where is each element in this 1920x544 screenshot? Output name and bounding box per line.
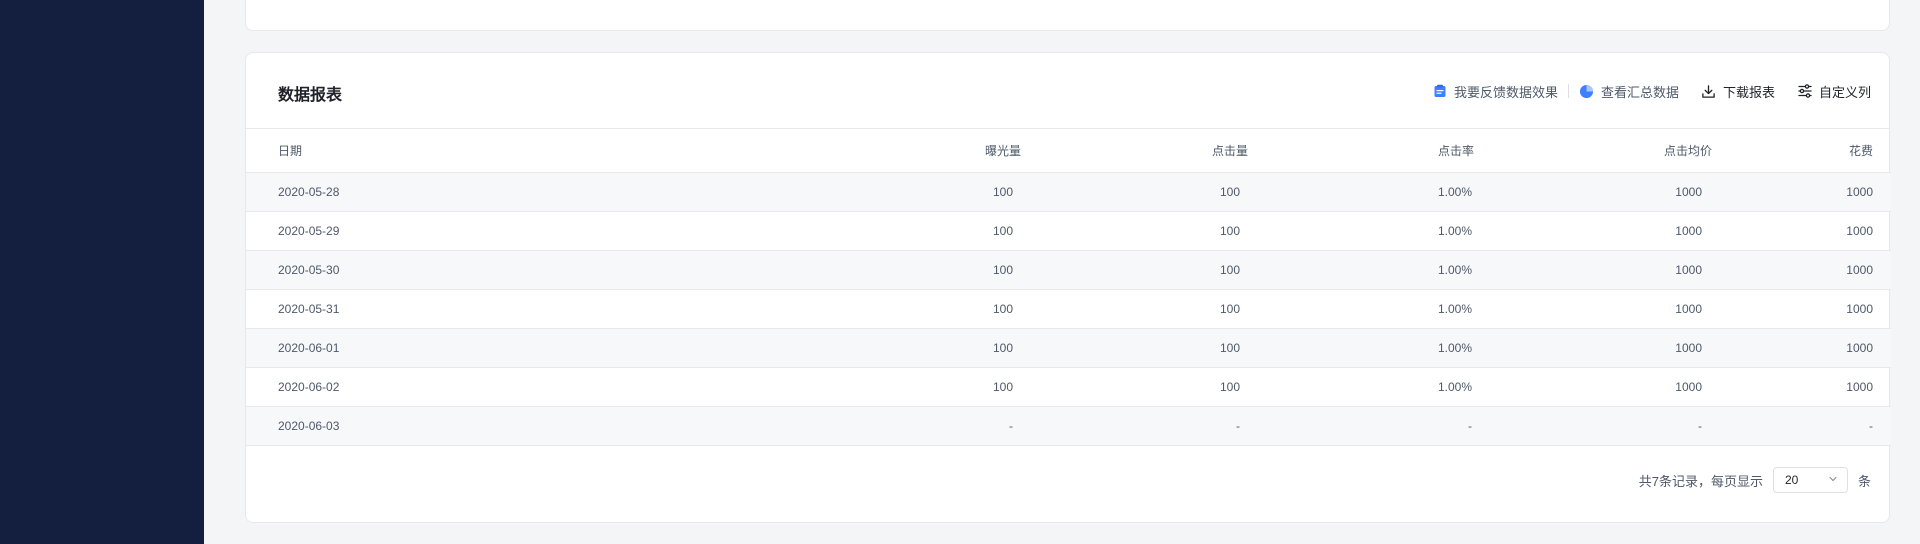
cell-clicks: 100: [1021, 210, 1248, 250]
cell-cpc: 1000: [1474, 171, 1712, 211]
cell-date: 2020-06-02: [246, 366, 831, 406]
report-actions: 我要反馈数据效果 查看汇总数据 下载报表 自定义列: [1432, 81, 1871, 101]
cell-date: 2020-05-29: [246, 210, 831, 250]
cell-clicks: 100: [1021, 249, 1248, 289]
cell-cost: 1000: [1712, 171, 1891, 211]
cell-cost: 1000: [1712, 210, 1891, 250]
pie-chart-icon: [1579, 83, 1595, 99]
cell-ctr: 1.00%: [1248, 327, 1474, 367]
cell-cpc: 1000: [1474, 249, 1712, 289]
download-button[interactable]: 下载报表: [1701, 82, 1775, 101]
table-row: 2020-05-28 100 100 1.00% 1000 1000: [246, 171, 1891, 211]
cell-impressions: -: [831, 405, 1021, 446]
cell-cost: 1000: [1712, 288, 1891, 328]
cell-cost: 1000: [1712, 249, 1891, 289]
report-card: 数据报表 我要反馈数据效果 查看汇总数据 下载报表 自定义列 日期 曝光量 点击…: [245, 52, 1891, 523]
cell-date: 2020-06-01: [246, 327, 831, 367]
cell-ctr: 1.00%: [1248, 171, 1474, 211]
column-header-cpc[interactable]: 点击均价: [1474, 129, 1712, 172]
cell-date: 2020-05-28: [246, 171, 831, 211]
chevron-down-icon: [1828, 473, 1838, 487]
cell-ctr: -: [1248, 405, 1474, 446]
customize-label: 自定义列: [1818, 84, 1871, 100]
cell-cost: 1000: [1712, 366, 1891, 406]
column-header-impressions[interactable]: 曝光量: [831, 129, 1021, 172]
top-card: [245, 0, 1890, 31]
cell-clicks: 100: [1021, 171, 1248, 211]
table-row: 2020-05-29 100 100 1.00% 1000 1000: [246, 210, 1891, 250]
pagination: 共7条记录，每页显示 20 条: [1639, 467, 1871, 493]
cell-impressions: 100: [831, 171, 1021, 211]
column-header-clicks[interactable]: 点击量: [1021, 129, 1248, 172]
cell-ctr: 1.00%: [1248, 366, 1474, 406]
feedback-button[interactable]: 我要反馈数据效果: [1432, 82, 1558, 101]
table-row: 2020-05-30 100 100 1.00% 1000 1000: [246, 249, 1891, 289]
table-header-row: 日期 曝光量 点击量 点击率 点击均价 花费: [246, 129, 1891, 172]
table-row: 2020-06-03 - - - - -: [246, 405, 1891, 446]
cell-date: 2020-05-30: [246, 249, 831, 289]
cell-ctr: 1.00%: [1248, 210, 1474, 250]
clipboard-icon: [1432, 83, 1448, 99]
cell-cpc: -: [1474, 405, 1712, 446]
cell-ctr: 1.00%: [1248, 249, 1474, 289]
cell-clicks: -: [1021, 405, 1248, 446]
feedback-label: 我要反馈数据效果: [1453, 84, 1558, 100]
cell-clicks: 100: [1021, 288, 1248, 328]
cell-impressions: 100: [831, 288, 1021, 328]
column-header-ctr[interactable]: 点击率: [1248, 129, 1474, 172]
table-row: 2020-06-02 100 100 1.00% 1000 1000: [246, 366, 1891, 406]
pagination-summary: 共7条记录，每页显示: [1638, 473, 1763, 489]
summary-button[interactable]: 查看汇总数据: [1579, 82, 1679, 101]
cell-clicks: 100: [1021, 327, 1248, 367]
cell-date: 2020-06-03: [246, 405, 831, 446]
report-table: 日期 曝光量 点击量 点击率 点击均价 花费 2020-05-28 100 10…: [246, 129, 1891, 446]
divider: [1567, 84, 1569, 98]
page-size-value: 20: [1784, 473, 1799, 487]
cell-ctr: 1.00%: [1248, 288, 1474, 328]
customize-columns-button[interactable]: 自定义列: [1797, 82, 1871, 101]
column-header-date[interactable]: 日期: [246, 129, 831, 172]
cell-date: 2020-05-31: [246, 288, 831, 328]
table-row: 2020-06-01 100 100 1.00% 1000 1000: [246, 327, 1891, 367]
cell-clicks: 100: [1021, 366, 1248, 406]
cell-cost: -: [1712, 405, 1891, 446]
cell-impressions: 100: [831, 366, 1021, 406]
download-label: 下载报表: [1722, 84, 1775, 100]
cell-cpc: 1000: [1474, 288, 1712, 328]
sidebar: [0, 0, 204, 544]
column-header-cost[interactable]: 花费: [1712, 129, 1891, 172]
report-header: 数据报表 我要反馈数据效果 查看汇总数据 下载报表 自定义列: [246, 53, 1889, 129]
cell-cpc: 1000: [1474, 366, 1712, 406]
page-size-select[interactable]: 20: [1772, 467, 1848, 493]
cell-cpc: 1000: [1474, 327, 1712, 367]
report-title: 数据报表: [278, 87, 343, 104]
cell-cpc: 1000: [1474, 210, 1712, 250]
sliders-icon: [1797, 83, 1813, 99]
download-icon: [1701, 83, 1717, 99]
summary-label: 查看汇总数据: [1600, 84, 1679, 100]
cell-impressions: 100: [831, 249, 1021, 289]
cell-impressions: 100: [831, 327, 1021, 367]
table-row: 2020-05-31 100 100 1.00% 1000 1000: [246, 288, 1891, 328]
pagination-unit: 条: [1857, 473, 1871, 489]
cell-impressions: 100: [831, 210, 1021, 250]
cell-cost: 1000: [1712, 327, 1891, 367]
